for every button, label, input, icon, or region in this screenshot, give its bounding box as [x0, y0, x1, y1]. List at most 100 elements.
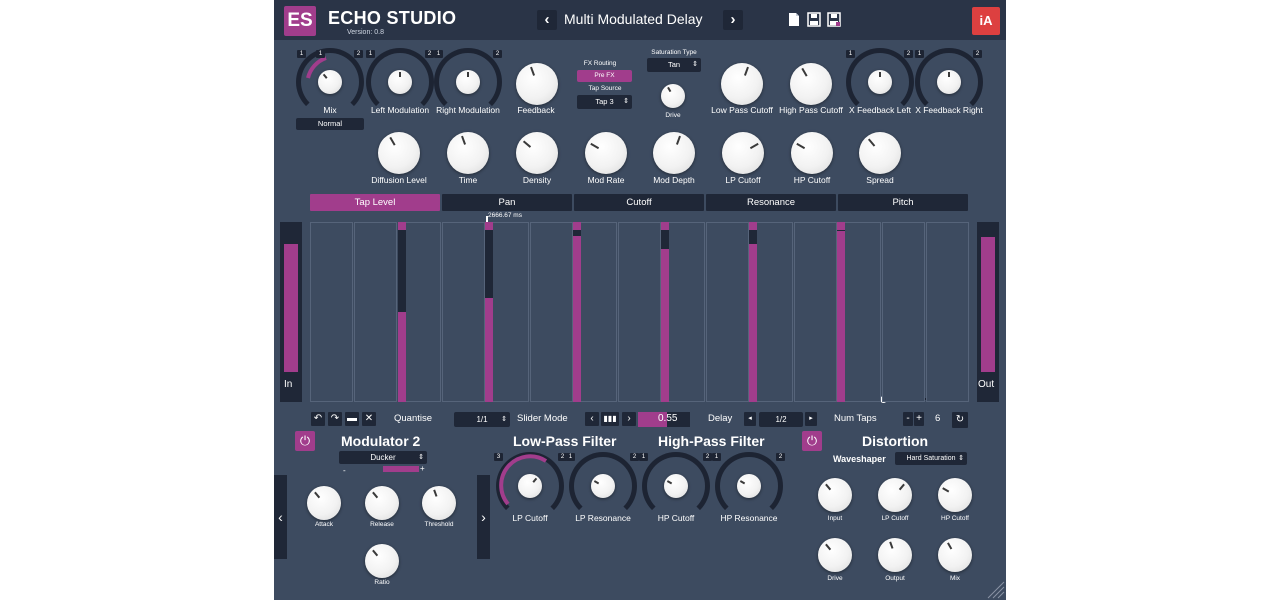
waveshaper-dropdown[interactable]: Hard Saturation ⇕ — [895, 452, 967, 465]
tap-level-bar[interactable] — [749, 244, 757, 402]
modulator-title: Modulator 2 — [341, 433, 421, 449]
tap-level-bar[interactable] — [485, 298, 493, 402]
high-pass-filter-title: High-Pass Filter — [658, 433, 765, 449]
high-pass-cutoff-knob[interactable] — [790, 63, 832, 105]
time-knob[interactable] — [447, 132, 489, 174]
feedback-knob[interactable] — [516, 63, 558, 105]
mod-rate-knob[interactable] — [585, 132, 627, 174]
tab-resonance[interactable]: Resonance — [706, 194, 836, 211]
density-knob[interactable] — [516, 132, 558, 174]
threshold-knob[interactable] — [422, 486, 456, 520]
right-modulation-knob[interactable] — [456, 70, 480, 94]
distortion-power-icon[interactable]: ⏻ — [802, 431, 822, 451]
density-label: Density — [522, 175, 552, 185]
tap-level-bar[interactable] — [837, 231, 845, 402]
grid-column[interactable] — [926, 222, 969, 402]
new-file-icon[interactable] — [787, 12, 801, 27]
grid-column[interactable] — [354, 222, 397, 402]
trash-icon[interactable]: ▬ — [345, 412, 359, 426]
hp-cutoff-knob[interactable] — [791, 132, 833, 174]
time-readout: 2666.67 ms — [488, 212, 522, 219]
tap-bar-cap — [837, 222, 845, 230]
modulator-amount-bar[interactable] — [383, 466, 419, 472]
grid-column[interactable] — [706, 222, 749, 402]
release-knob[interactable] — [365, 486, 399, 520]
num-taps-decrease-button[interactable]: - — [903, 412, 913, 426]
undo-icon[interactable]: ↶ — [311, 412, 325, 426]
lp-cutoff-knob[interactable] — [722, 132, 764, 174]
filter-hp-cutoff-knob[interactable] — [664, 474, 688, 498]
distortion-mix-knob[interactable] — [938, 538, 972, 572]
prev-preset-button[interactable]: ‹ — [537, 10, 557, 30]
slider-mode-prev-button[interactable]: ‹ — [585, 412, 599, 426]
grid-column[interactable] — [530, 222, 573, 402]
distortion-hp-cutoff-knob[interactable] — [938, 478, 972, 512]
mix-ring-label-right: 2 — [354, 50, 363, 58]
distortion-drive-knob[interactable] — [818, 538, 852, 572]
redo-icon[interactable]: ↷ — [328, 412, 342, 426]
release-label: Release — [370, 521, 394, 528]
quantise-dropdown[interactable]: 1/1 ⇕ — [454, 412, 510, 427]
grid-column[interactable] — [794, 222, 837, 402]
distortion-input-knob[interactable] — [818, 478, 852, 512]
ratio-label: Ratio — [374, 579, 390, 586]
mix-knob[interactable] — [318, 70, 342, 94]
mod-rate-label: Mod Rate — [587, 175, 625, 185]
bars-icon[interactable]: ▮▮▮ — [601, 412, 619, 426]
delay-value-field[interactable]: 1/2 — [759, 412, 803, 427]
mix-mode-dropdown[interactable]: Normal — [296, 118, 364, 130]
num-taps-increase-button[interactable]: + — [914, 412, 924, 426]
spread-knob[interactable] — [859, 132, 901, 174]
tap-source-dropdown[interactable]: Tap 3 ⇕ — [577, 95, 632, 109]
tap-level-bar[interactable] — [573, 236, 581, 402]
tab-cutoff[interactable]: Cutoff — [574, 194, 704, 211]
grid-column[interactable] — [442, 222, 485, 402]
grid-column[interactable] — [618, 222, 661, 402]
save-as-icon[interactable] — [827, 12, 841, 27]
x-feedback-left-knob[interactable] — [868, 70, 892, 94]
delay-label: Delay — [708, 413, 733, 424]
modulator-next-arrow-icon[interactable]: › — [477, 475, 490, 559]
tab-tap-level[interactable]: Tap Level — [310, 194, 440, 211]
delay-next-button[interactable]: ▸ — [805, 412, 817, 426]
hp-resonance-knob[interactable] — [737, 474, 761, 498]
x-feedback-right-knob[interactable] — [937, 70, 961, 94]
grid-column[interactable] — [310, 222, 353, 402]
mod-depth-knob[interactable] — [653, 132, 695, 174]
ratio-knob[interactable] — [365, 544, 399, 578]
slider-value-field[interactable]: 0.55 — [638, 412, 690, 427]
modulator-mode-dropdown[interactable]: Ducker ⇕ — [339, 451, 427, 464]
dropdown-arrow-icon: ⇕ — [623, 98, 629, 105]
filter-lp-cutoff-knob[interactable] — [518, 474, 542, 498]
next-preset-button[interactable]: › — [723, 10, 743, 30]
tab-pitch[interactable]: Pitch — [838, 194, 968, 211]
grid-column[interactable] — [882, 222, 925, 402]
distortion-title: Distortion — [862, 433, 929, 449]
modulator-prev-arrow-icon[interactable]: ‹ — [274, 475, 287, 559]
preset-name[interactable]: Multi Modulated Delay — [564, 11, 703, 27]
tab-pan[interactable]: Pan — [442, 194, 572, 211]
low-pass-cutoff-knob[interactable] — [721, 63, 763, 105]
lp-resonance-knob[interactable] — [591, 474, 615, 498]
saturation-type-label: Saturation Type — [651, 49, 697, 56]
delay-prev-button[interactable]: ◂ — [744, 412, 756, 426]
saturation-type-dropdown[interactable]: Tan ⇕ — [647, 58, 701, 72]
diffusion-level-knob[interactable] — [378, 132, 420, 174]
distortion-lp-cutoff-knob[interactable] — [878, 478, 912, 512]
drive-knob[interactable] — [661, 84, 685, 108]
distortion-output-knob[interactable] — [878, 538, 912, 572]
refresh-icon[interactable]: ↻ — [952, 412, 968, 428]
tap-level-bar[interactable] — [661, 249, 669, 402]
save-icon[interactable] — [807, 12, 821, 27]
modulator-power-icon[interactable]: ⏻ — [295, 431, 315, 451]
left-mod-ring-label-left: 1 — [366, 50, 375, 58]
tap-level-bar[interactable] — [398, 312, 406, 402]
resize-grip-icon[interactable] — [986, 580, 1006, 600]
attack-knob[interactable] — [307, 486, 341, 520]
lp-cutoff-label: LP Cutoff — [725, 175, 761, 185]
mix-label: Mix — [323, 105, 337, 115]
left-modulation-knob[interactable] — [388, 70, 412, 94]
slider-mode-next-button[interactable]: › — [622, 412, 636, 426]
close-icon[interactable]: ✕ — [362, 412, 376, 426]
fx-routing-dropdown[interactable]: Pre FX — [577, 70, 632, 82]
